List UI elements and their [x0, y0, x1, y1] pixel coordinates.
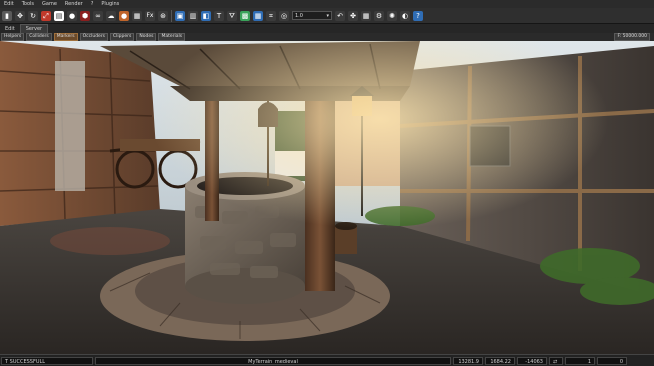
snap-grid-icon[interactable]: ⊛: [158, 10, 168, 21]
filter-clippers[interactable]: Clippers: [110, 33, 135, 41]
menu-help[interactable]: ?: [87, 0, 98, 8]
3d-viewport[interactable]: [0, 41, 654, 354]
coord-z: -14063: [517, 356, 547, 365]
status-message: T SUCCESSFULL: [1, 356, 93, 365]
document-tabs: Edit Server: [0, 24, 654, 33]
redo-icon[interactable]: ⬢: [80, 10, 90, 21]
level-name: MyTerrain_medieval: [95, 356, 451, 365]
camera-speed-field[interactable]: F: 50000.000: [614, 33, 650, 41]
gear-icon[interactable]: ⚙: [374, 10, 384, 21]
scale-icon[interactable]: ⤢: [41, 10, 51, 21]
speed-icon[interactable]: ⇄: [549, 356, 563, 365]
coord-x: 13281.9: [453, 356, 483, 365]
value-field[interactable]: 0: [597, 356, 627, 365]
camera-icon[interactable]: ◎: [279, 10, 289, 21]
settings-icon[interactable]: ✤: [348, 10, 358, 21]
filter-occluders[interactable]: Occluders: [79, 33, 109, 41]
snap-angle-icon[interactable]: ▣: [175, 10, 185, 21]
layer-icon[interactable]: ▦: [253, 10, 263, 21]
save-icon[interactable]: ▤: [54, 10, 64, 21]
help-icon[interactable]: ?: [413, 10, 423, 21]
snap-value: 1.0: [295, 12, 303, 19]
rotate-icon[interactable]: ↻: [28, 10, 38, 21]
viewport-filter-bar: Helpers Colliders Markers Occluders Clip…: [0, 33, 654, 41]
tab-server[interactable]: Server: [19, 24, 49, 33]
tab-edit[interactable]: Edit: [0, 25, 20, 33]
menu-render[interactable]: Render: [61, 0, 87, 8]
main-toolbar: ▮ ✥ ↻ ⤢ ▤ ● ⬢ ∞ ☁ ● ▦ Fx ⊛ ▣ ▥ ◧ T ⛛ ▩ ▦…: [0, 8, 654, 24]
terrain-icon[interactable]: ●: [119, 10, 129, 21]
undo-arrow-icon[interactable]: ↶: [335, 10, 345, 21]
snap-value-select[interactable]: 1.0 ▾: [292, 11, 332, 20]
globe-icon[interactable]: ✺: [387, 10, 397, 21]
editor-window: Edit Tools Game Render ? Plugins ▮ ✥ ↻ ⤢…: [0, 0, 654, 366]
snap-scale-icon[interactable]: ▥: [188, 10, 198, 21]
coord-y: 1684.22: [485, 356, 515, 365]
toolbar-separator: [171, 9, 172, 22]
filter-nodes[interactable]: Nodes: [136, 33, 157, 41]
filter-colliders[interactable]: Colliders: [26, 33, 52, 41]
tag-icon[interactable]: ⛛: [227, 10, 237, 21]
link-icon[interactable]: ∞: [93, 10, 103, 21]
menu-tools[interactable]: Tools: [18, 0, 38, 8]
filter-markers[interactable]: Markers: [53, 33, 78, 41]
text-icon[interactable]: T: [214, 10, 224, 21]
filter-helpers[interactable]: Helpers: [1, 33, 25, 41]
material-icon[interactable]: ◧: [201, 10, 211, 21]
scene-render: [0, 41, 654, 354]
measure-icon[interactable]: ⌗: [266, 10, 276, 21]
physics-icon[interactable]: ▦: [132, 10, 142, 21]
chevron-down-icon: ▾: [326, 12, 329, 19]
menu-bar: Edit Tools Game Render ? Plugins: [0, 0, 654, 8]
menu-edit[interactable]: Edit: [0, 0, 18, 8]
unlink-icon[interactable]: ☁: [106, 10, 116, 21]
grid-icon[interactable]: ▦: [361, 10, 371, 21]
fx-icon[interactable]: Fx: [145, 10, 155, 21]
menu-game[interactable]: Game: [38, 0, 61, 8]
status-bar: T SUCCESSFULL MyTerrain_medieval 13281.9…: [0, 354, 654, 366]
undo-icon[interactable]: ●: [67, 10, 77, 21]
move-icon[interactable]: ✥: [15, 10, 25, 21]
menu-plugins[interactable]: Plugins: [97, 0, 123, 8]
sphere-icon[interactable]: ◐: [400, 10, 410, 21]
speed-field[interactable]: 1: [565, 356, 595, 365]
filter-materials[interactable]: Materials: [158, 33, 186, 41]
image-icon[interactable]: ▩: [240, 10, 250, 21]
select-icon[interactable]: ▮: [2, 10, 12, 21]
